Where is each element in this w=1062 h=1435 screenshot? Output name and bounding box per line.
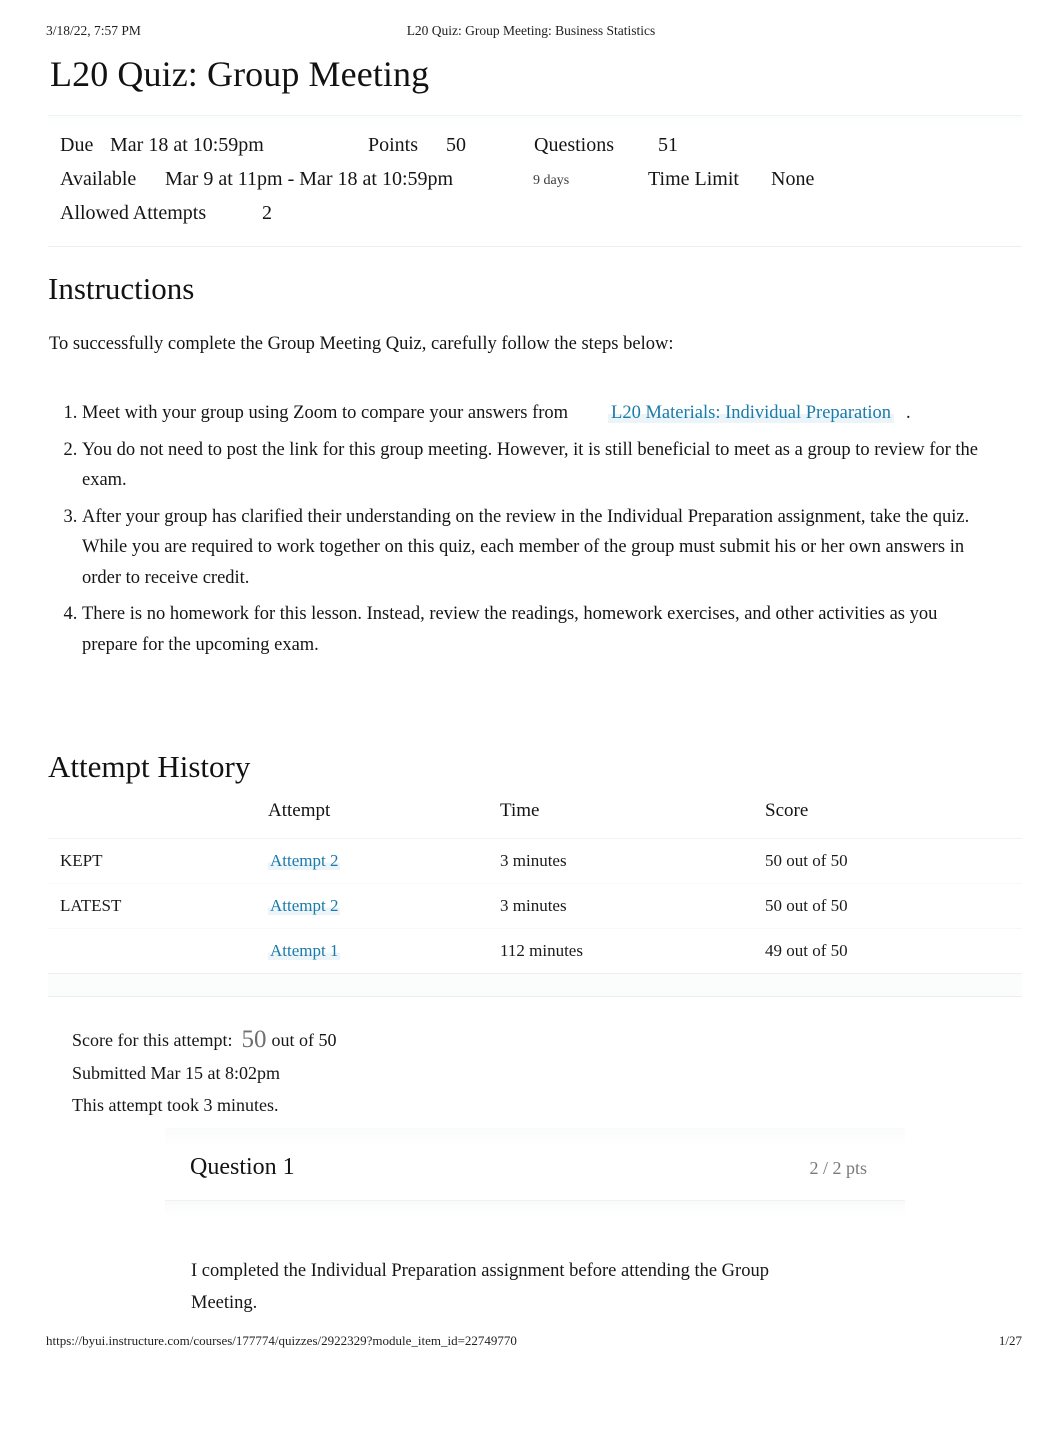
attempt-link[interactable]: Attempt 2	[268, 851, 341, 870]
row-tag	[48, 928, 268, 974]
attempt-duration-line: This attempt took 3 minutes.	[72, 1095, 279, 1115]
question-body: I completed the Individual Preparation a…	[165, 1201, 905, 1435]
print-footer-page: 1/27	[998, 1333, 1022, 1348]
print-header: 3/18/22, 7:57 PM L20 Quiz: Group Meeting…	[0, 23, 1062, 43]
col-header-score: Score	[765, 800, 1022, 839]
attempt-history-heading: Attempt History	[48, 749, 251, 784]
allowed-attempts-label: Allowed Attempts	[60, 202, 207, 224]
table-header-row: Attempt Time Score	[48, 800, 1022, 839]
row-time: 112 minutes	[500, 928, 765, 974]
list-item: There is no homework for this lesson. In…	[82, 599, 982, 660]
list-item: Meet with your group using Zoom to compa…	[82, 398, 982, 429]
allowed-attempts-value: 2	[262, 202, 272, 224]
attempt-link[interactable]: Attempt 1	[268, 941, 341, 960]
row-tag: KEPT	[48, 838, 268, 884]
time-limit-value: None	[771, 168, 815, 190]
print-footer-url: https://byui.instructure.com/courses/177…	[46, 1333, 517, 1348]
score-summary: Score for this attempt: 50 out of 50 Submi…	[72, 1024, 336, 1122]
table-row: LATEST Attempt 2 3 minutes 50 out of 50	[48, 883, 1022, 929]
quiz-info-row-available: Available Mar 9 at 11pm - Mar 18 at 10:5…	[48, 162, 1022, 196]
step-1-text-before: Meet with your group using Zoom to compa…	[82, 403, 569, 423]
quiz-info-block: Due Mar 18 at 10:59pm Points 50 Question…	[48, 115, 1022, 247]
table-body: KEPT Attempt 2 3 minutes 50 out of 50 LA…	[48, 838, 1022, 997]
row-score: 50 out of 50	[765, 883, 1022, 929]
attempt-link[interactable]: Attempt 2	[268, 896, 341, 915]
time-limit-label: Time Limit	[648, 168, 739, 190]
instructions-steps: Meet with your group using Zoom to compa…	[49, 398, 982, 660]
page-title: L20 Quiz: Group Meeting	[50, 54, 430, 94]
quiz-info-row-attempts: Allowed Attempts 2	[48, 196, 1022, 230]
table-row: Attempt 1 112 minutes 49 out of 50	[48, 928, 1022, 974]
row-time: 3 minutes	[500, 838, 765, 884]
questions-value: 51	[658, 134, 678, 156]
printed-quiz-page: 3/18/22, 7:57 PM L20 Quiz: Group Meeting…	[0, 0, 1062, 1435]
score-label: Score for this attempt:	[72, 1030, 233, 1050]
available-label: Available	[60, 168, 137, 190]
attempt-history-table: Attempt Time Score KEPT Attempt 2 3 minu…	[48, 800, 1022, 997]
questions-label: Questions	[534, 134, 614, 156]
score-out-of: out of 50	[271, 1030, 337, 1050]
row-attempt-cell: Attempt 1	[268, 928, 500, 974]
question-name: Question 1	[190, 1154, 295, 1180]
row-score: 49 out of 50	[765, 928, 1022, 974]
step-4-text: There is no homework for this lesson. In…	[82, 604, 938, 655]
l20-materials-link[interactable]: L20 Materials: Individual Preparation	[608, 403, 895, 423]
score-for-attempt-line: Score for this attempt: 50 out of 50	[72, 1024, 336, 1057]
available-duration: 9 days	[533, 173, 570, 188]
list-item: You do not need to post the link for thi…	[82, 435, 982, 496]
step-2-text: You do not need to post the link for thi…	[82, 439, 978, 491]
available-value: Mar 9 at 11pm - Mar 18 at 10:59pm	[165, 168, 454, 190]
points-value: 50	[446, 134, 466, 156]
quiz-info-row-due: Due Mar 18 at 10:59pm Points 50 Question…	[48, 128, 1022, 162]
submitted-line: Submitted Mar 15 at 8:02pm	[72, 1062, 280, 1083]
row-attempt-cell: Attempt 2	[268, 883, 500, 929]
row-score: 50 out of 50	[765, 838, 1022, 884]
table-row: KEPT Attempt 2 3 minutes 50 out of 50	[48, 838, 1022, 884]
step-1-text-after: .	[906, 403, 911, 423]
print-header-title: L20 Quiz: Group Meeting: Business Statis…	[406, 23, 656, 38]
due-value: Mar 18 at 10:59pm	[110, 134, 264, 156]
question-points: 2 / 2 pts	[809, 1158, 867, 1178]
score-value: 50	[241, 1026, 267, 1053]
col-header-time: Time	[500, 800, 765, 839]
table-head: Attempt Time Score	[48, 800, 1022, 839]
row-attempt-cell: Attempt 2	[268, 838, 500, 884]
question-header: Question 1 2 / 2 pts	[165, 1128, 905, 1201]
instructions-heading: Instructions	[48, 271, 195, 306]
table-spacer-row	[48, 973, 1022, 997]
list-item: After your group has clarified their und…	[82, 502, 982, 594]
step-3-text: After your group has clarified their und…	[82, 506, 970, 588]
points-label: Points	[368, 134, 419, 156]
question-box: Question 1 2 / 2 pts I completed the Ind…	[165, 1128, 905, 1435]
row-time: 3 minutes	[500, 883, 765, 929]
instructions-intro: To successfully complete the Group Meeti…	[49, 334, 674, 354]
question-text: I completed the Individual Preparation a…	[191, 1261, 769, 1313]
table-spacer-cell	[48, 973, 1022, 997]
row-tag: LATEST	[48, 883, 268, 929]
due-label: Due	[60, 134, 94, 156]
col-header-attempt: Attempt	[268, 800, 500, 839]
col-header-tag	[48, 800, 268, 839]
print-footer: https://byui.instructure.com/courses/177…	[0, 1333, 1062, 1353]
